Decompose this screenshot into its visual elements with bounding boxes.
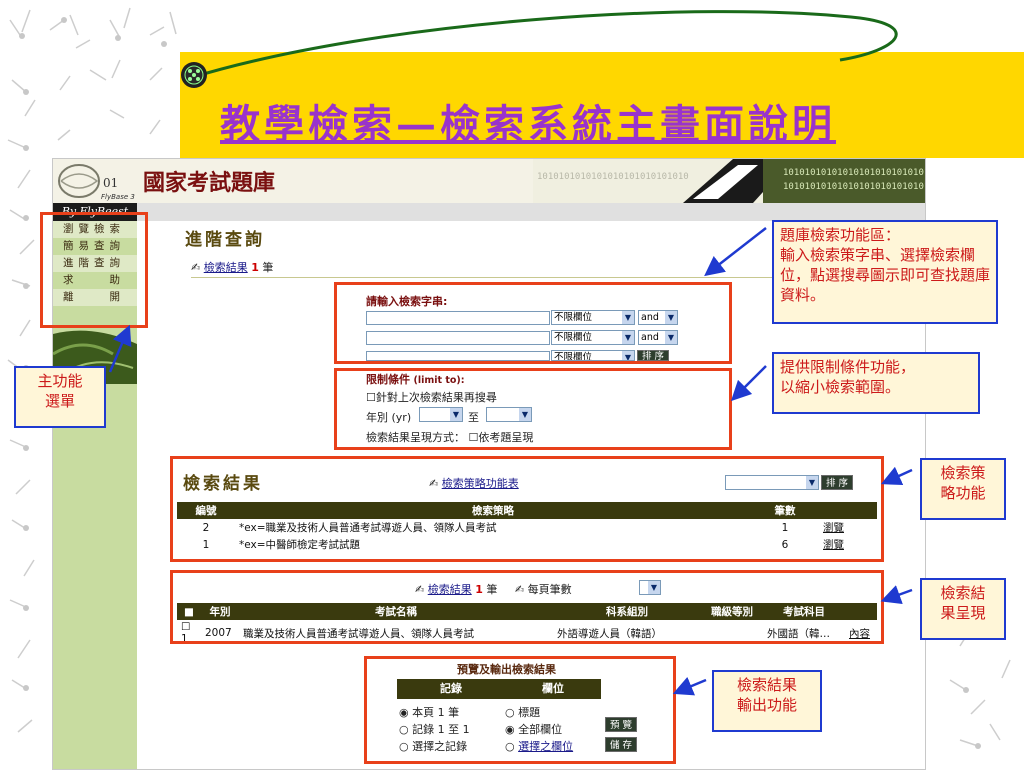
pencil-icon: ✍ [191, 261, 201, 274]
slide-title: 教學檢索—檢索系統主畫面說明 [220, 101, 836, 148]
header-banner-graphic: 1010101010101010101010101010 10101010101… [533, 159, 925, 203]
callout-results: 檢索結 果呈現 [920, 578, 1006, 640]
result-link[interactable]: 檢索結果 [204, 261, 248, 274]
result-count: 1 [251, 261, 259, 274]
callout-search-area: 題庫檢索功能區： 輸入檢索策字串、選擇檢索欄位，點選搜尋圖示即可查找題庫資料。 [772, 220, 998, 324]
highlight-results [170, 570, 884, 644]
callout-menu: 主功能 選單 [14, 366, 106, 428]
highlight-output [364, 656, 676, 764]
banner-digits: 1010101010101010101010101010 [537, 172, 689, 182]
callout-output: 檢索結果 輸出功能 [712, 670, 822, 732]
highlight-strategy [170, 456, 884, 562]
logo-text: FlyBase 3 [101, 193, 135, 201]
callout-strategy: 檢索策 略功能 [920, 458, 1006, 520]
flybase-logo: 01 FlyBase 3 [58, 164, 135, 201]
app-title: 國家考試題庫 [143, 170, 276, 196]
banner-digits-2: 1010101010101010101010101010 [783, 168, 925, 178]
app-header: 1010101010101010101010101010 10101010101… [53, 159, 925, 203]
highlight-search-area [334, 282, 732, 364]
highlight-limit-area [334, 368, 732, 450]
callout-limit: 提供限制條件功能， 以縮小檢索範圍。 [772, 352, 980, 414]
banner-digits-3: 1010101010101010101010101010 [783, 182, 925, 192]
result-unit: 筆 [262, 261, 274, 274]
svg-text:01: 01 [103, 176, 118, 190]
advanced-search-heading: 進階查詢 [185, 230, 265, 250]
header-divider [137, 203, 925, 221]
highlight-menu [40, 212, 148, 328]
